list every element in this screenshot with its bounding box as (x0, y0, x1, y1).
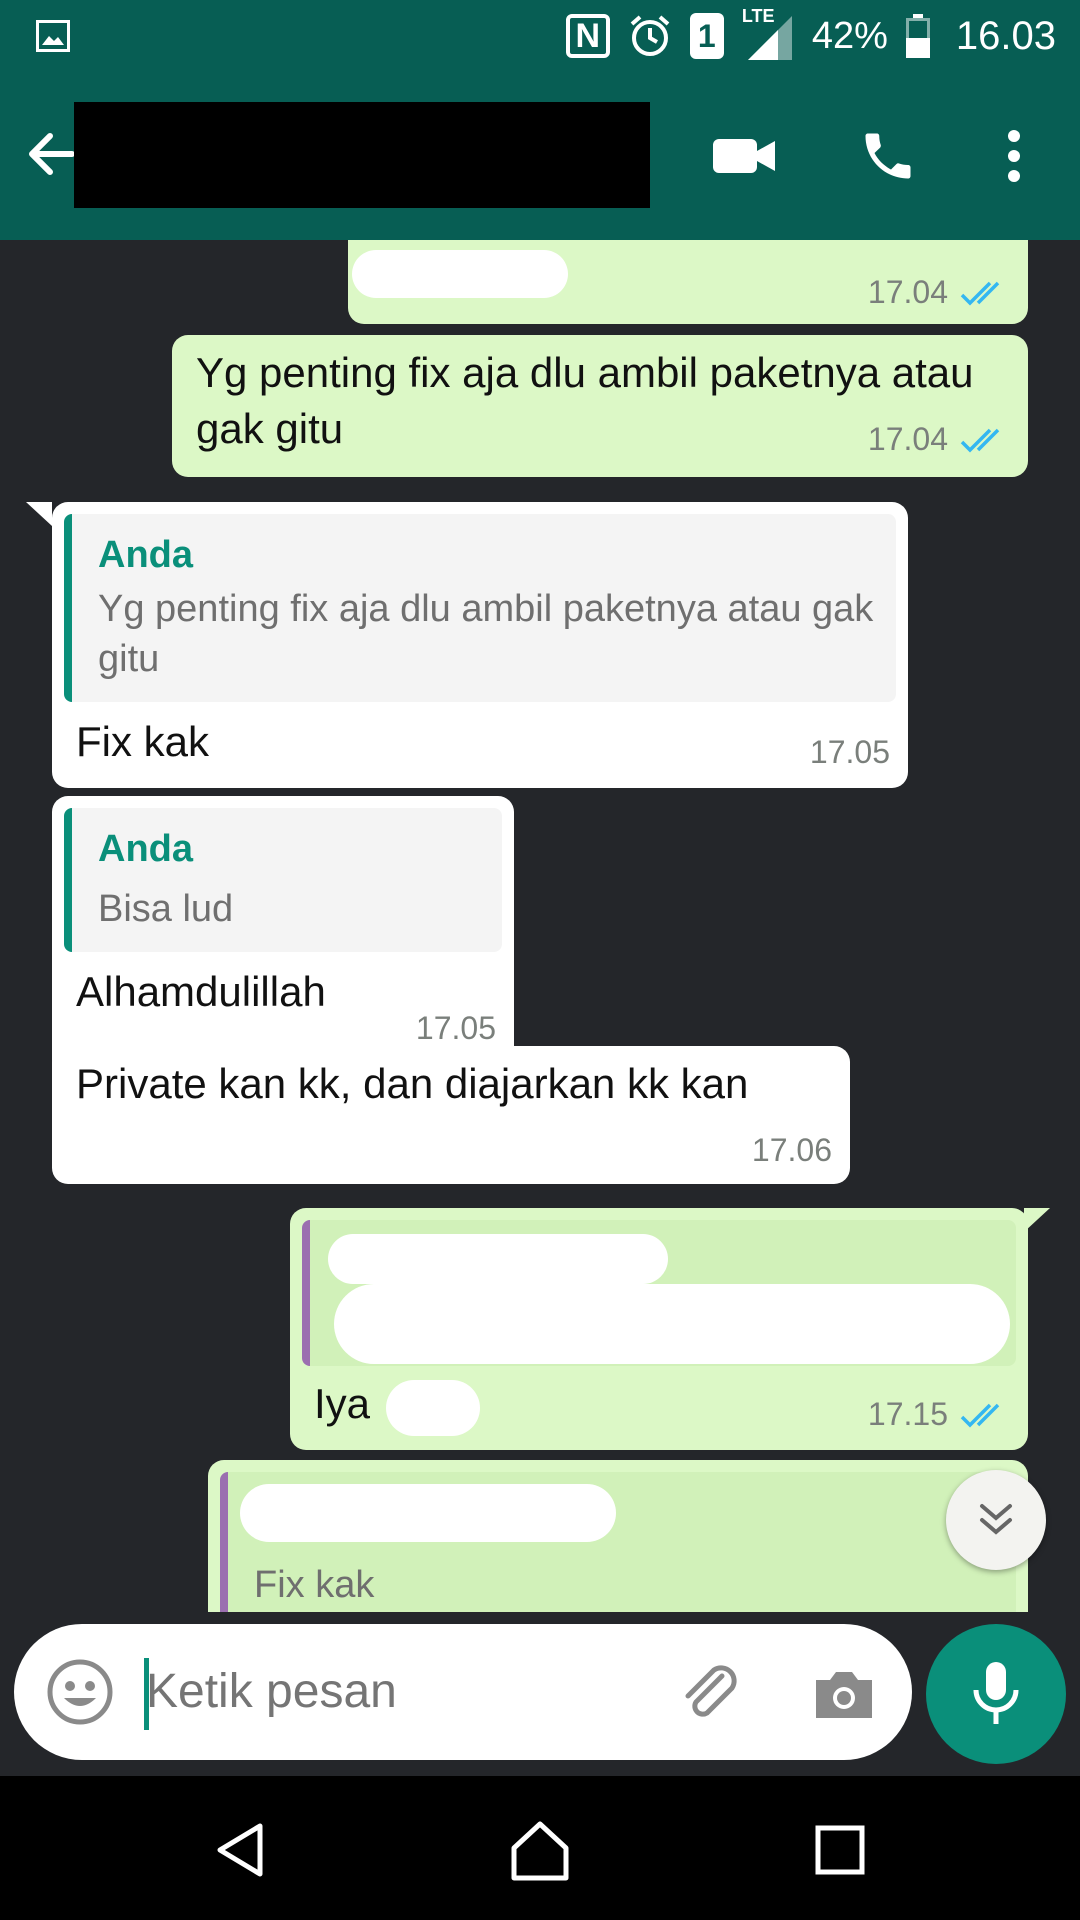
message-time: 17.06 (751, 1132, 832, 1168)
message-time: 17.05 (415, 1010, 496, 1046)
message-meta: 17.04 (868, 421, 1008, 458)
double-check-read-icon (960, 428, 1000, 452)
quoted-message[interactable]: Fix kak (220, 1472, 1016, 1612)
quote-author: Anda (98, 534, 193, 576)
more-vertical-icon[interactable] (978, 120, 1050, 192)
message-input[interactable] (146, 1664, 666, 1719)
message-outgoing[interactable]: Yg penting fix aja dlu ambil paketnya at… (172, 335, 1028, 477)
signal-icon: LTE (742, 6, 794, 62)
redacted-text (328, 1234, 668, 1284)
chat-header (0, 72, 1080, 240)
back-arrow-icon[interactable] (22, 124, 82, 184)
redacted-text (352, 250, 568, 298)
clock: 16.03 (955, 13, 1056, 58)
video-call-icon[interactable] (708, 120, 780, 192)
quoted-message[interactable]: Anda Yg penting fix aja dlu ambil paketn… (64, 514, 896, 702)
message-outgoing[interactable]: Iya 17.15 (290, 1208, 1028, 1450)
alarm-icon (630, 15, 670, 56)
double-check-read-icon (960, 1403, 1000, 1427)
message-list[interactable]: 17.04 Yg penting fix aja dlu ambil paket… (0, 240, 1080, 1612)
quoted-message[interactable] (302, 1220, 1016, 1366)
message-incoming[interactable]: Anda Bisa lud Alhamdulillah 17.05 (52, 796, 514, 1076)
quote-author: Anda (98, 828, 193, 870)
nfc-icon: N (565, 14, 610, 58)
scroll-to-bottom-button[interactable] (946, 1470, 1046, 1570)
redacted-text (240, 1484, 616, 1542)
microphone-icon (973, 1662, 1019, 1724)
contact-name-redacted[interactable] (74, 102, 650, 208)
nav-home-icon[interactable] (500, 1810, 580, 1890)
double-check-read-icon (960, 281, 1000, 305)
redacted-text (386, 1380, 480, 1436)
quote-text: Fix kak (254, 1564, 375, 1606)
message-outgoing[interactable]: Fix kak (208, 1460, 1028, 1612)
message-meta: 17.04 (868, 274, 1008, 311)
battery-percent: 42% (811, 14, 888, 57)
message-composer (14, 1624, 912, 1760)
sim-icon: 1 (689, 13, 724, 59)
message-text: Iya (314, 1380, 371, 1427)
quote-text: Bisa lud (98, 888, 234, 930)
redacted-text (334, 1284, 1010, 1364)
status-bar: N 1 LTE 42% 16.03 (0, 0, 1080, 72)
attach-icon[interactable] (674, 1658, 746, 1730)
message-text: Fix kak (76, 718, 210, 765)
message-time: 17.05 (809, 734, 890, 770)
battery-icon (905, 14, 930, 58)
message-outgoing[interactable]: 17.04 (348, 240, 1028, 324)
message-text: Alhamdulillah (76, 968, 326, 1015)
message-text: Private kan kk, dan diajarkan kk kan (76, 1060, 749, 1107)
voice-message-button[interactable] (926, 1624, 1066, 1764)
nav-recents-icon[interactable] (800, 1810, 880, 1890)
message-incoming[interactable]: Private kan kk, dan diajarkan kk kan 17.… (52, 1046, 850, 1184)
quote-text: Yg penting fix aja dlu ambil paketnya at… (98, 588, 874, 680)
emoji-icon[interactable] (44, 1656, 116, 1728)
phone-icon[interactable] (852, 120, 924, 192)
quoted-message[interactable]: Anda Bisa lud (64, 808, 502, 952)
nav-back-icon[interactable] (202, 1810, 282, 1890)
system-navigation-bar (0, 1776, 1080, 1920)
message-meta: 17.15 (868, 1396, 1008, 1433)
double-chevron-down-icon (980, 1504, 1012, 1535)
camera-icon[interactable] (808, 1658, 880, 1730)
image-notification-icon (36, 20, 70, 52)
message-incoming[interactable]: Anda Yg penting fix aja dlu ambil paketn… (52, 502, 908, 788)
